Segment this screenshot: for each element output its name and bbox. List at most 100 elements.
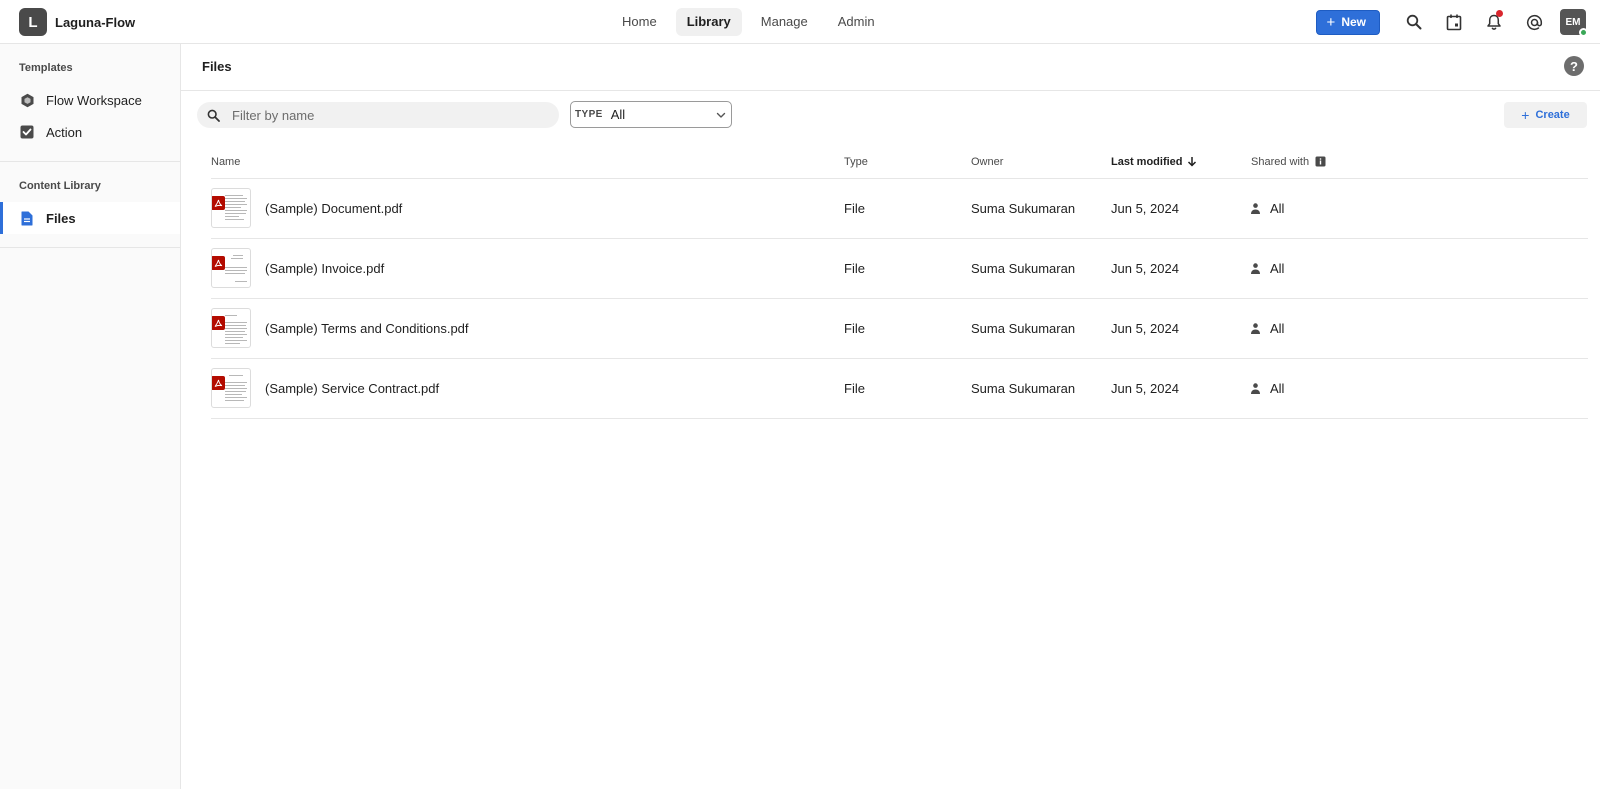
file-last-modified: Jun 5, 2024: [1111, 238, 1251, 299]
app-logo: L: [19, 8, 47, 36]
file-name[interactable]: (Sample) Service Contract.pdf: [265, 381, 439, 396]
file-shared-with: All: [1270, 380, 1285, 396]
table-row[interactable]: (Sample) Service Contract.pdf File Suma …: [211, 358, 1588, 419]
sidebar-item-label: Files: [46, 210, 76, 226]
file-owner: Suma Sukumaran: [971, 178, 1111, 239]
person-icon: [1251, 382, 1260, 394]
file-name[interactable]: (Sample) Document.pdf: [265, 201, 402, 216]
chevron-down-icon: [716, 112, 726, 118]
sidebar-item-label: Action: [46, 124, 83, 140]
nav-tab-admin[interactable]: Admin: [827, 8, 886, 36]
plus-icon: +: [1521, 107, 1530, 123]
file-type: File: [844, 298, 971, 359]
plus-icon: +: [1326, 13, 1336, 31]
column-header-owner[interactable]: Owner: [971, 146, 1111, 179]
file-type: File: [844, 238, 971, 299]
presence-indicator: [1579, 28, 1588, 37]
create-button[interactable]: + Create: [1504, 102, 1587, 128]
new-button-label: New: [1341, 15, 1366, 29]
table-row[interactable]: (Sample) Invoice.pdf File Suma Sukumaran…: [211, 238, 1588, 299]
file-icon: [19, 210, 35, 226]
new-button[interactable]: + New: [1315, 9, 1380, 35]
page-title: Files: [202, 59, 232, 74]
file-name[interactable]: (Sample) Invoice.pdf: [265, 261, 384, 276]
table-row[interactable]: (Sample) Terms and Conditions.pdf File S…: [211, 298, 1588, 359]
table-row[interactable]: (Sample) Document.pdf File Suma Sukumara…: [211, 178, 1588, 239]
calendar-icon: [1446, 14, 1462, 30]
pdf-icon: [212, 256, 225, 270]
search-icon: [207, 109, 220, 122]
sidebar-item-files[interactable]: Files: [0, 202, 180, 234]
notifications-button[interactable]: [1474, 9, 1514, 35]
create-button-label: Create: [1535, 109, 1570, 121]
brand[interactable]: L Laguna-Flow: [19, 8, 135, 36]
sidebar-heading-content-library: Content Library: [19, 180, 101, 192]
search-box: [197, 102, 559, 128]
page-header: Files ?: [181, 44, 1600, 91]
mention-icon: [1526, 14, 1542, 30]
file-last-modified: Jun 5, 2024: [1111, 298, 1251, 359]
file-shared-with: All: [1270, 320, 1285, 336]
arrow-down-icon: [1187, 156, 1196, 167]
file-shared-with: All: [1270, 260, 1285, 276]
info-icon: [1315, 156, 1326, 167]
header-actions: + New EM: [1315, 9, 1588, 37]
file-thumbnail: [211, 368, 251, 408]
person-icon: [1251, 202, 1260, 214]
type-filter-value: All: [610, 107, 626, 122]
sidebar: Templates Flow Workspace Action Content …: [0, 44, 181, 789]
pdf-icon: [212, 376, 225, 390]
filter-by-name-input[interactable]: [232, 107, 532, 123]
file-last-modified: Jun 5, 2024: [1111, 178, 1251, 239]
type-filter-label: TYPE: [575, 109, 603, 120]
checkbox-icon: [19, 124, 35, 140]
hexagon-icon: [19, 92, 35, 108]
main-content: Files ? TYPE All + Create Name Type Owne…: [181, 44, 1600, 789]
column-header-type[interactable]: Type: [844, 146, 971, 179]
file-thumbnail: [211, 188, 251, 228]
avatar-initials: EM: [1565, 16, 1581, 28]
search-icon: [1406, 14, 1422, 30]
sidebar-item-flow-workspace[interactable]: Flow Workspace: [0, 84, 180, 116]
sidebar-section-templates: Templates Flow Workspace Action: [0, 44, 180, 162]
file-owner: Suma Sukumaran: [971, 238, 1111, 299]
file-type: File: [844, 358, 971, 419]
file-shared-with: All: [1270, 200, 1285, 216]
type-filter-select[interactable]: TYPE All: [570, 101, 732, 128]
column-header-label: Name: [211, 155, 241, 168]
file-owner: Suma Sukumaran: [971, 358, 1111, 419]
table-header-row: Name Type Owner Last modified Shared wit…: [211, 146, 1588, 179]
main-nav: Home Library Manage Admin: [611, 8, 886, 36]
search-button[interactable]: [1394, 9, 1434, 35]
calendar-button[interactable]: [1434, 9, 1474, 35]
column-header-label: Owner: [971, 155, 1004, 168]
file-type: File: [844, 178, 971, 239]
top-header: L Laguna-Flow Home Library Manage Admin …: [0, 0, 1600, 44]
column-header-label: Last modified: [1111, 155, 1183, 168]
file-owner: Suma Sukumaran: [971, 298, 1111, 359]
column-header-label: Shared with: [1251, 155, 1310, 168]
pdf-icon: [212, 196, 225, 210]
file-thumbnail: [211, 308, 251, 348]
files-table: Name Type Owner Last modified Shared wit…: [211, 146, 1588, 419]
pdf-icon: [212, 316, 225, 330]
sidebar-item-action[interactable]: Action: [0, 116, 180, 148]
help-icon[interactable]: ?: [1564, 56, 1584, 76]
user-avatar[interactable]: EM: [1560, 9, 1588, 37]
sidebar-section-content-library: Content Library Files: [0, 162, 180, 248]
column-header-name[interactable]: Name: [211, 146, 844, 179]
file-name[interactable]: (Sample) Terms and Conditions.pdf: [265, 321, 469, 336]
files-toolbar: TYPE All + Create: [181, 91, 1600, 141]
file-last-modified: Jun 5, 2024: [1111, 358, 1251, 419]
column-header-label: Type: [844, 155, 868, 168]
nav-tab-home[interactable]: Home: [611, 8, 668, 36]
nav-tab-manage[interactable]: Manage: [750, 8, 819, 36]
mentions-button[interactable]: [1514, 9, 1554, 35]
notification-badge: [1496, 10, 1503, 17]
person-icon: [1251, 262, 1260, 274]
nav-tab-library[interactable]: Library: [675, 8, 742, 36]
column-header-shared-with[interactable]: Shared with: [1251, 146, 1588, 179]
person-icon: [1251, 322, 1260, 334]
column-header-last-modified[interactable]: Last modified: [1111, 146, 1251, 179]
sidebar-heading-templates: Templates: [19, 62, 73, 74]
